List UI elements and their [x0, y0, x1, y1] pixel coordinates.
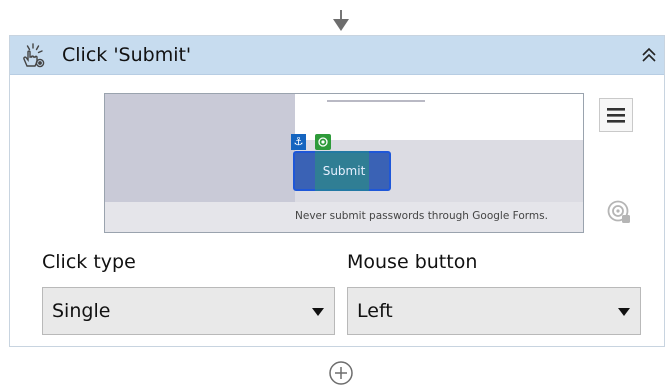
mouse-button-value: Left: [357, 300, 393, 322]
dropdown-caret-icon: [312, 308, 324, 316]
click-type-dropdown[interactable]: Single: [42, 287, 335, 335]
element-preview[interactable]: Submit ⚓ Never submit passwords through …: [104, 93, 584, 233]
indicate-target-icon[interactable]: [606, 199, 632, 225]
activity-header[interactable]: Click 'Submit': [10, 36, 664, 75]
mouse-button-dropdown[interactable]: Left: [347, 287, 641, 335]
target-marker-icon: [315, 134, 331, 150]
click-type-label: Click type: [42, 251, 136, 273]
preview-footer-note: Never submit passwords through Google Fo…: [295, 210, 548, 222]
mouse-button-label: Mouse button: [347, 251, 478, 273]
dropdown-caret-icon: [618, 308, 630, 316]
add-activity-icon[interactable]: [328, 360, 354, 386]
collapse-button[interactable]: [636, 43, 662, 67]
anchor-icon: ⚓: [291, 134, 306, 150]
click-type-value: Single: [52, 300, 111, 322]
preview-button-label: Submit: [322, 164, 366, 178]
preview-divider-line: [327, 100, 425, 102]
activity-title: Click 'Submit': [62, 44, 192, 66]
activity-menu-button[interactable]: [599, 98, 633, 132]
click-activity-icon: [23, 43, 45, 68]
flow-arrow-down-icon: [333, 10, 349, 31]
hamburger-menu-icon: [607, 108, 625, 123]
activity-card[interactable]: Click 'Submit' Submit ⚓ Never submit pas…: [9, 35, 665, 347]
double-chevron-up-icon: [642, 47, 656, 62]
